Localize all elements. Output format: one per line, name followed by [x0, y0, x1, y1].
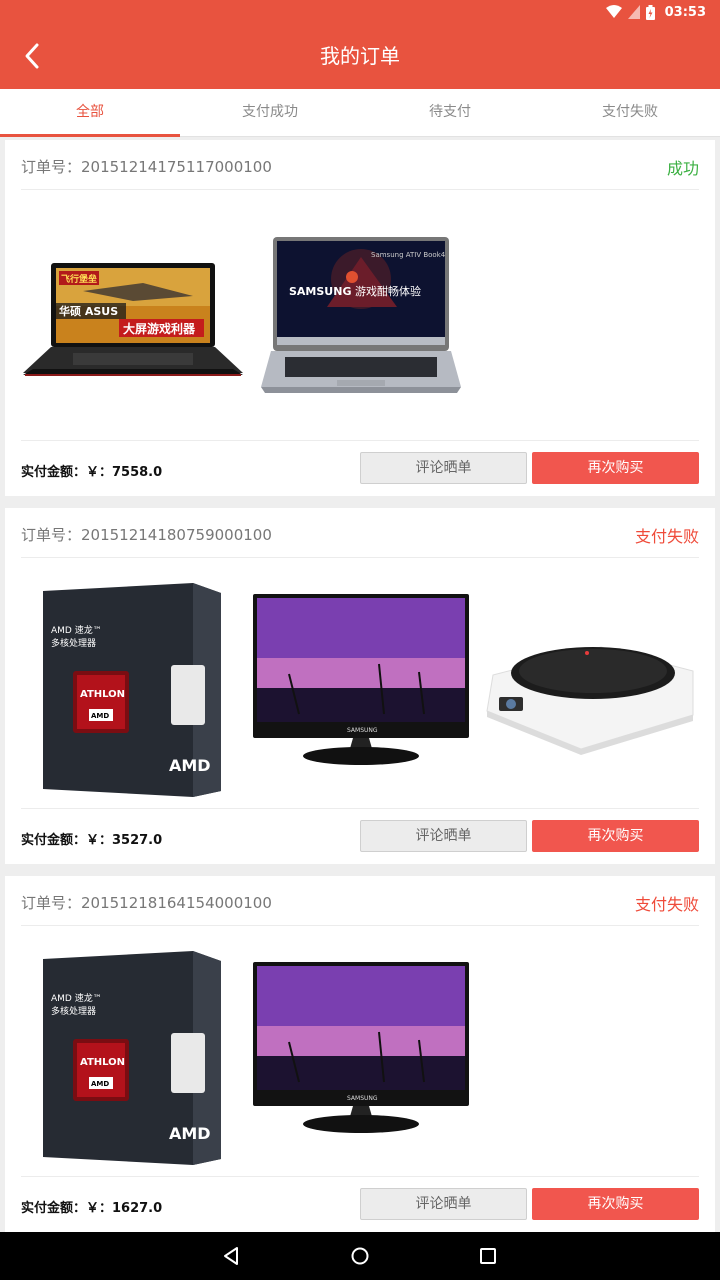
amd-athlon-badge: ATHLON	[80, 1057, 125, 1068]
tab-paid[interactable]: 支付成功	[180, 89, 360, 136]
status-icons: 03:53	[605, 3, 706, 21]
asus-logo-text: 飞行堡垒	[61, 273, 97, 285]
amd-badge-logo: AMD	[91, 1080, 109, 1088]
paid-amount: 实付金额：￥：7558.0	[21, 465, 163, 480]
order-footer: 实付金额：￥：3527.0 评论晒单 再次购买	[21, 809, 699, 864]
amd-box-line1: AMD 速龙™	[51, 992, 102, 1004]
samsung-brand-text: SAMSUNG	[289, 285, 351, 298]
order-card[interactable]: 订单号：20151214180759000100 支付失败 AMD 速龙™ 多核…	[5, 508, 715, 864]
order-header: 订单号：20151214175117000100 成功	[21, 140, 699, 190]
order-number: 订单号：20151218164154000100	[21, 894, 272, 912]
order-products[interactable]: AMD 速龙™ 多核处理器 ATHLON AMD AMD SAMSUNG	[21, 559, 699, 809]
rebuy-button[interactable]: 再次购买	[532, 452, 699, 484]
order-status: 成功	[666, 159, 699, 178]
amd-cpu-box-image[interactable]: AMD 速龙™ 多核处理器 ATHLON AMD AMD	[43, 583, 225, 801]
amd-box-line2: 多核处理器	[51, 1005, 96, 1017]
square-recents-icon	[480, 1248, 496, 1264]
order-number: 订单号：20151214175117000100	[21, 158, 272, 176]
paid-amount: 实付金额：￥：1627.0	[21, 1201, 163, 1216]
asus-banner-subtext: 大屏游戏利器	[123, 321, 196, 336]
nav-home-button[interactable]	[330, 1232, 390, 1280]
samsung-model-text: Samsung ATIV Book4	[371, 251, 446, 259]
wifi-icon	[605, 5, 622, 18]
paid-amount: 实付金额：￥：3527.0	[21, 833, 163, 848]
samsung-monitor-image[interactable]: SAMSUNG	[249, 962, 473, 1146]
samsung-laptop-image[interactable]: Samsung ATIV Book4 SAMSUNG 游戏酣畅体验	[257, 237, 465, 401]
order-header: 订单号：20151218164154000100 支付失败	[21, 876, 699, 926]
status-time: 03:53	[664, 4, 706, 20]
nav-recents-button[interactable]	[458, 1232, 518, 1280]
monitor-brand-text: SAMSUNG	[347, 727, 378, 734]
order-products[interactable]: AMD 速龙™ 多核处理器 ATHLON AMD AMD SAMSUNG	[21, 927, 699, 1177]
tab-all[interactable]: 全部	[0, 89, 180, 137]
chevron-left-icon	[25, 43, 39, 69]
app-bar: 我的订单	[0, 24, 720, 89]
amd-box-logo: AMD	[169, 1124, 211, 1143]
system-nav-bar	[0, 1232, 720, 1280]
amd-badge-logo: AMD	[91, 712, 109, 720]
monitor-brand-text: SAMSUNG	[347, 1095, 378, 1102]
back-button[interactable]	[8, 32, 56, 80]
page-title: 我的订单	[320, 44, 400, 68]
projector-image[interactable]	[481, 627, 699, 761]
order-footer: 实付金额：￥：7558.0 评论晒单 再次购买	[21, 441, 699, 496]
status-bar: 03:53	[0, 0, 720, 24]
circle-home-icon	[351, 1247, 369, 1265]
order-filter-tabs: 全部 支付成功 待支付 支付失败	[0, 89, 720, 137]
amd-box-line2: 多核处理器	[51, 637, 96, 649]
review-button[interactable]: 评论晒单	[360, 1188, 527, 1220]
battery-icon	[645, 4, 655, 20]
order-products[interactable]: 飞行堡垒 华硕 ASUS 大屏游戏利器 Samsung ATIV Book4 S	[21, 191, 699, 441]
rebuy-button[interactable]: 再次购买	[532, 1188, 699, 1220]
asus-laptop-image[interactable]: 飞行堡垒 华硕 ASUS 大屏游戏利器	[23, 261, 245, 385]
order-card[interactable]: 订单号：20151214175117000100 成功 飞行堡垒 华硕 ASUS…	[5, 140, 715, 496]
asus-banner-text: 华硕 ASUS	[59, 304, 118, 318]
order-card[interactable]: 订单号：20151218164154000100 支付失败 AMD 速龙™ 多核…	[5, 876, 715, 1232]
order-footer: 实付金额：￥：1627.0 评论晒单 再次购买	[21, 1177, 699, 1232]
amd-athlon-badge: ATHLON	[80, 689, 125, 700]
order-header: 订单号：20151214180759000100 支付失败	[21, 508, 699, 558]
signal-icon	[627, 5, 640, 19]
order-status: 支付失败	[634, 527, 699, 546]
samsung-monitor-image[interactable]: SAMSUNG	[249, 594, 473, 778]
amd-cpu-box-image[interactable]: AMD 速龙™ 多核处理器 ATHLON AMD AMD	[43, 951, 225, 1169]
triangle-back-icon	[224, 1247, 238, 1265]
tab-pending[interactable]: 待支付	[360, 89, 540, 136]
amd-box-line1: AMD 速龙™	[51, 624, 102, 636]
rebuy-button[interactable]: 再次购买	[532, 820, 699, 852]
review-button[interactable]: 评论晒单	[360, 452, 527, 484]
nav-back-button[interactable]	[202, 1232, 262, 1280]
order-status: 支付失败	[634, 895, 699, 914]
tab-failed[interactable]: 支付失败	[540, 89, 720, 136]
samsung-tagline-text: 游戏酣畅体验	[355, 284, 421, 298]
order-number: 订单号：20151214180759000100	[21, 526, 272, 544]
review-button[interactable]: 评论晒单	[360, 820, 527, 852]
amd-box-logo: AMD	[169, 756, 211, 775]
